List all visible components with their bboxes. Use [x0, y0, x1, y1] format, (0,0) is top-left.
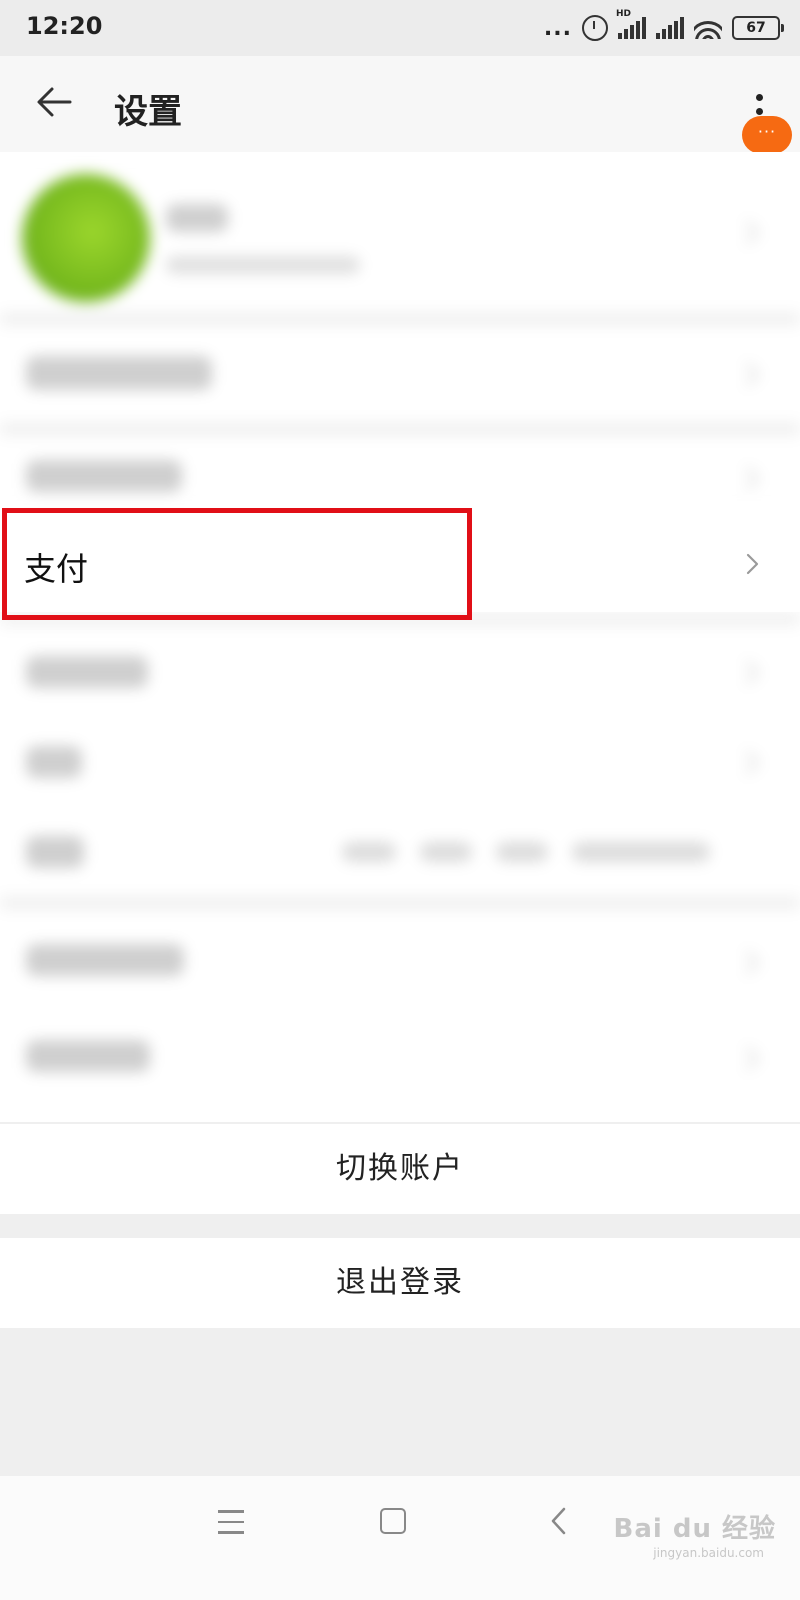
wifi-icon [694, 17, 722, 39]
status-bar: 12:20 ... HD 67 [0, 0, 800, 56]
blurred-content [0, 152, 800, 1122]
list-item[interactable] [0, 626, 800, 716]
system-nav-bar: Bai du 经验 jingyan.baidu.com [0, 1476, 800, 1600]
battery-icon: 67 [732, 16, 784, 40]
list-item[interactable] [0, 910, 800, 1006]
status-time: 12:20 [26, 12, 103, 40]
profile-row[interactable] [0, 152, 800, 312]
app-header: 设置 ··· [0, 56, 800, 154]
avatar [22, 174, 150, 302]
page-title: 设置 [114, 92, 182, 132]
signal-icon [656, 17, 684, 39]
list-item[interactable] [0, 716, 800, 806]
list-item[interactable] [0, 436, 800, 512]
highlight-box [2, 508, 472, 620]
chevron-right-icon [746, 553, 759, 575]
signal-icon: HD [616, 9, 646, 39]
settings-list: 支付 [0, 152, 800, 1122]
status-icons: ... HD 67 [543, 9, 784, 46]
list-item[interactable] [0, 806, 800, 896]
switch-account-button[interactable]: 切换账户 [0, 1124, 800, 1214]
watermark-url: jingyan.baidu.com [653, 1546, 764, 1560]
alarm-icon [582, 15, 608, 41]
arrow-left-icon[interactable] [34, 82, 74, 122]
back-icon[interactable] [548, 1506, 570, 1536]
hd-label: HD [616, 9, 632, 19]
list-item[interactable] [0, 1006, 800, 1110]
notification-dots: ... [543, 15, 572, 41]
watermark: Bai du 经验 [613, 1514, 776, 1544]
menu-icon[interactable] [218, 1510, 244, 1534]
notification-badge[interactable]: ··· [742, 116, 792, 154]
logout-button[interactable]: 退出登录 [0, 1238, 800, 1328]
switch-account-label: 切换账户 [336, 1151, 464, 1186]
home-icon[interactable] [380, 1508, 406, 1534]
list-item[interactable] [0, 326, 800, 422]
logout-label: 退出登录 [336, 1265, 464, 1300]
